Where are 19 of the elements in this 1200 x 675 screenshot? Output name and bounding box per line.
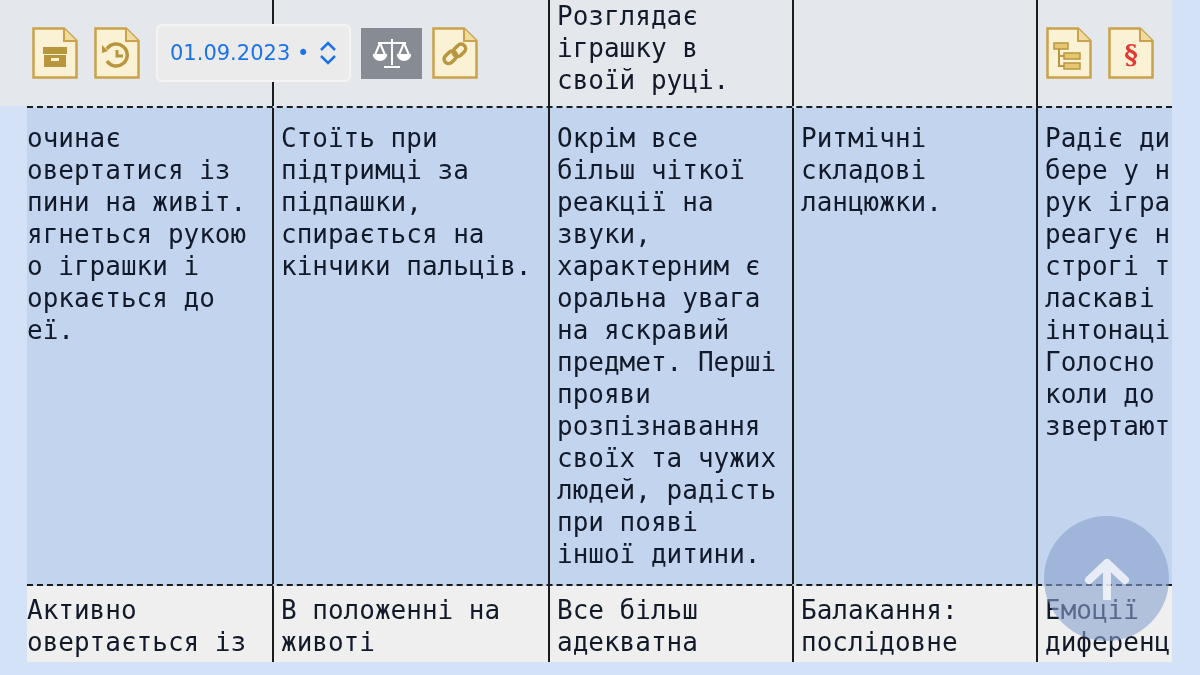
table-cell: Балакання: послідовне (801, 595, 958, 657)
table-cell: очинає овертатися із пини на живіт. ягнеться рукою о іграшки і оркається до еї. (27, 123, 247, 345)
scales-button[interactable] (361, 27, 423, 79)
history-document-icon[interactable] (94, 27, 140, 79)
table-cell: Ритмічні складові ланцюжки. (801, 123, 942, 217)
section-document-icon[interactable]: § (1108, 27, 1154, 79)
table-cell: В положенні на животі (281, 595, 501, 657)
table-cell: Радіє ди бере у н рук ігра реагує н строгі т ласкаві інтонаці Голосно коли до звертают (1045, 123, 1171, 441)
date-field[interactable]: 01.09.2023 • (156, 24, 352, 82)
link-document-icon[interactable] (432, 27, 479, 79)
archive-document-icon[interactable] (32, 27, 78, 79)
table-cell: Все більш адекватна (557, 595, 698, 657)
table-cell: Окрім все більш чіткої реакції на звуки, характерним є оральна увага на яскравий предмет. Перші прояви розпізнавання своїх та чужих людей, радість при появі іншої дитини. (557, 123, 777, 569)
arrow-up-icon (1083, 557, 1130, 600)
chevron-up-down-icon (319, 41, 338, 65)
tree-document-icon[interactable] (1046, 27, 1092, 79)
table-cell: Розглядає іграшку в своїй руці. (557, 1, 730, 95)
table-cell: Стоїть при підтримці за підпашки, спирається на кінчики пальців. (281, 123, 532, 281)
table-cell: Активно овертається із (27, 595, 247, 657)
